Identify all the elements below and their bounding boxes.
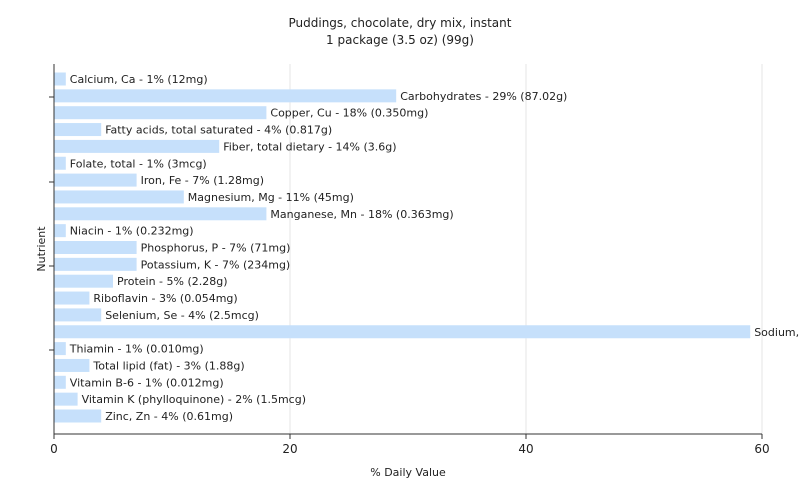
bar: [55, 376, 66, 389]
data-label: Phosphorus, P - 7% (71mg): [141, 242, 291, 255]
x-tick-label: 0: [50, 442, 58, 456]
bar: [55, 207, 267, 220]
data-label: Niacin - 1% (0.232mg): [70, 225, 194, 238]
data-label: Folate, total - 1% (3mcg): [70, 157, 207, 170]
bar: [55, 393, 78, 406]
bar: [55, 123, 102, 136]
bar: [55, 325, 751, 338]
data-label: Potassium, K - 7% (234mg): [141, 258, 291, 271]
data-label: Zinc, Zn - 4% (0.61mg): [105, 410, 233, 423]
bar: [55, 224, 66, 237]
bar: [55, 190, 184, 203]
data-label: Fatty acids, total saturated - 4% (0.817…: [105, 124, 332, 137]
x-tick-label: 20: [282, 442, 297, 456]
data-label: Protein - 5% (2.28g): [117, 275, 228, 288]
data-label: Magnesium, Mg - 11% (45mg): [188, 191, 354, 204]
x-tick-label: 40: [518, 442, 533, 456]
data-label: Riboflavin - 3% (0.054mg): [93, 292, 237, 305]
bar: [55, 73, 66, 86]
bar: [55, 157, 66, 170]
data-label: Iron, Fe - 7% (1.28mg): [141, 174, 264, 187]
bar: [55, 359, 90, 372]
x-tick-label: 60: [754, 442, 769, 456]
bar: [55, 241, 137, 254]
data-label: Vitamin B-6 - 1% (0.012mg): [70, 376, 224, 389]
data-label: Thiamin - 1% (0.010mg): [69, 343, 204, 356]
bar: [55, 292, 90, 305]
data-label: Carbohydrates - 29% (87.02g): [400, 90, 567, 103]
data-label: Fiber, total dietary - 14% (3.6g): [223, 140, 396, 153]
data-label: Copper, Cu - 18% (0.350mg): [270, 107, 428, 120]
y-axis-title: Nutrient: [35, 226, 48, 272]
bar-chart: Puddings, chocolate, dry mix, instant 1 …: [0, 0, 800, 500]
data-label: Selenium, Se - 4% (2.5mcg): [105, 309, 259, 322]
x-axis-title: % Daily Value: [370, 466, 446, 479]
data-label: Calcium, Ca - 1% (12mg): [70, 73, 208, 86]
bar: [55, 258, 137, 271]
bar: [55, 106, 267, 119]
bar: [55, 174, 137, 187]
chart-title: Puddings, chocolate, dry mix, instant: [289, 16, 512, 30]
chart: Puddings, chocolate, dry mix, instant 1 …: [0, 0, 800, 500]
bar: [55, 275, 114, 288]
bar: [55, 342, 66, 355]
bar: [55, 140, 220, 153]
bar: [55, 410, 102, 423]
data-label: Sodium, Na - 59% (1415mg): [754, 326, 800, 339]
data-label: Vitamin K (phylloquinone) - 2% (1.5mcg): [82, 393, 306, 406]
chart-subtitle: 1 package (3.5 oz) (99g): [326, 33, 474, 47]
bar: [55, 89, 397, 102]
data-label: Total lipid (fat) - 3% (1.88g): [92, 359, 244, 372]
data-label: Manganese, Mn - 18% (0.363mg): [270, 208, 453, 221]
bar: [55, 308, 102, 321]
